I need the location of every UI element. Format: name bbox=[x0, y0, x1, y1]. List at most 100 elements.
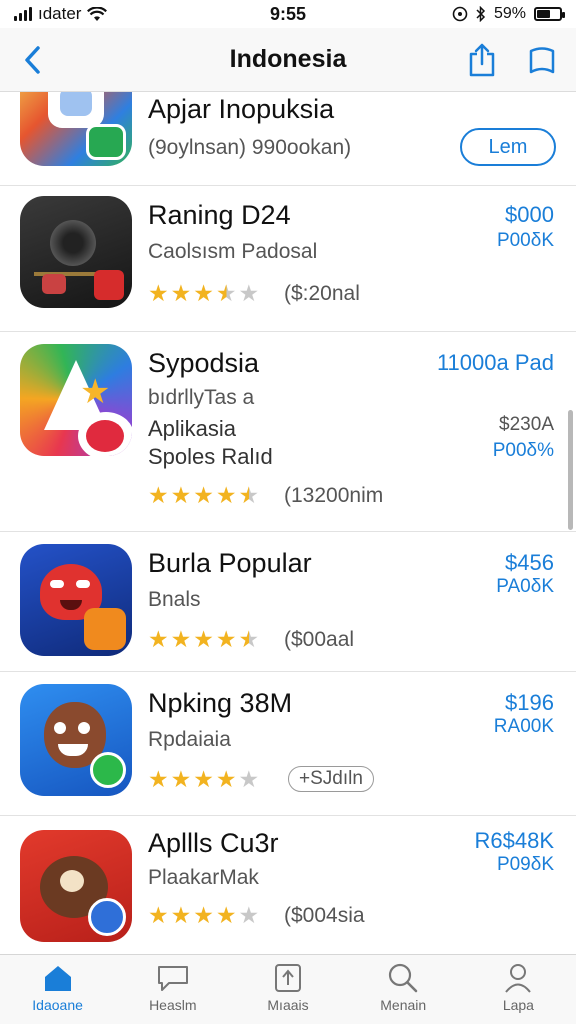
app-icon: ★ bbox=[20, 344, 132, 456]
star-icon: ★ bbox=[193, 280, 214, 306]
app-name: Raning D24 bbox=[148, 200, 291, 230]
battery-percent: 59% bbox=[493, 5, 526, 22]
app-icon bbox=[20, 196, 132, 308]
chat-icon bbox=[157, 966, 188, 991]
star-icon: ★ bbox=[148, 766, 169, 792]
rating-stars: ★ ★ ★ ★ ★ bbox=[148, 628, 259, 651]
tab-label: Heaslm bbox=[149, 997, 197, 1013]
price-label[interactable]: R6$48K bbox=[474, 828, 554, 854]
tab-home[interactable]: Idaoane bbox=[0, 955, 115, 1024]
location-icon bbox=[452, 6, 468, 22]
search-icon bbox=[389, 963, 418, 993]
tab-label: Lapa bbox=[502, 997, 534, 1013]
rating-stars: ★ ★ ★ ★ ★ bbox=[148, 768, 259, 791]
price-subtext: P09δK bbox=[496, 854, 554, 875]
price-subtext: P00δ% bbox=[492, 440, 554, 461]
star-icon: ★ bbox=[193, 766, 214, 792]
app-name: Apjar Inopuksia bbox=[148, 94, 335, 124]
star-icon: ★ bbox=[170, 766, 192, 792]
app-subtitle-3: Spoles Ralıd bbox=[148, 444, 273, 469]
tab-label: Idaoane bbox=[32, 997, 83, 1013]
star-icon: ★ bbox=[238, 482, 260, 508]
list-item[interactable]: ★ Sypodsia bıdrllyTas a Aplikasia Spoles… bbox=[0, 332, 576, 532]
app-subtitle-2: Aplikasia bbox=[148, 416, 237, 441]
price-label[interactable]: 11000a Pad bbox=[437, 350, 554, 376]
star-icon: ★ bbox=[215, 280, 237, 306]
app-subtitle: bıdrllyTas a bbox=[148, 386, 255, 409]
app-icon bbox=[20, 92, 132, 166]
app-name: Npking 38M bbox=[148, 688, 293, 718]
app-subtitle: Caolsısm Padosal bbox=[148, 240, 318, 263]
share-button[interactable] bbox=[460, 38, 504, 82]
person-icon bbox=[505, 964, 532, 993]
app-name: Sypodsia bbox=[148, 348, 260, 378]
review-count: ($:20nal bbox=[284, 282, 360, 305]
bluetooth-icon bbox=[476, 6, 486, 22]
star-icon: ★ bbox=[238, 626, 260, 652]
app-name: Apllls Cu3r bbox=[148, 828, 279, 858]
list-item[interactable]: Npking 38M Rpdaiaia ★ ★ ★ ★ ★ +SJdıln $196 R… bbox=[0, 672, 576, 816]
bookmark-button[interactable] bbox=[520, 38, 564, 82]
status-right: 59% bbox=[362, 5, 565, 23]
app-list: Apjar Inopuksia (9oylnsan) 990ookan) Lem… bbox=[0, 92, 576, 954]
app-subtitle: Bnals bbox=[148, 588, 201, 611]
star-icon: ★ bbox=[215, 482, 237, 508]
apps-icon bbox=[275, 964, 301, 992]
app-icon bbox=[20, 830, 132, 942]
star-icon: ★ bbox=[238, 280, 260, 306]
list-item[interactable]: Burla Popular Bnals ★ ★ ★ ★ ★ ($00aal $456 P… bbox=[0, 532, 576, 672]
star-icon: ★ bbox=[148, 626, 169, 652]
star-icon: ★ bbox=[215, 902, 237, 928]
review-count: ($004sia bbox=[284, 904, 365, 927]
home-icon bbox=[44, 966, 71, 991]
app-icon bbox=[20, 684, 132, 796]
price-label[interactable]: $000 bbox=[505, 202, 554, 228]
scrollbar[interactable] bbox=[568, 410, 573, 530]
get-button[interactable]: Lem bbox=[460, 128, 556, 166]
review-count: (13200nim bbox=[284, 484, 384, 507]
review-count: ($00aal bbox=[284, 628, 355, 651]
tab-profile[interactable]: Lapa bbox=[461, 955, 576, 1024]
star-icon: ★ bbox=[170, 280, 192, 306]
battery-icon bbox=[534, 7, 565, 21]
list-item[interactable]: Apllls Cu3r PlaakarMak ★ ★ ★ ★ ★ ($004sia R6… bbox=[0, 816, 576, 954]
signal-icon bbox=[14, 7, 32, 21]
rating-stars: ★ ★ ★ ★ ★ bbox=[148, 904, 259, 927]
tab-apps[interactable]: Mıaais bbox=[230, 955, 345, 1024]
chevron-left-icon bbox=[25, 45, 40, 74]
share-icon bbox=[469, 43, 495, 76]
app-subtitle: Rpdaiaia bbox=[148, 728, 231, 751]
app-icon bbox=[20, 544, 132, 656]
star-icon: ★ bbox=[193, 626, 214, 652]
nav-actions bbox=[460, 38, 564, 82]
price-secondary: $230A bbox=[499, 414, 554, 435]
star-icon: ★ bbox=[170, 482, 192, 508]
list-item[interactable]: Raning D24 Caolsısm Padosal ★ ★ ★ ★ ★ ($:20n… bbox=[0, 186, 576, 332]
app-name: Burla Popular bbox=[148, 548, 312, 578]
tab-label: Menain bbox=[380, 997, 427, 1013]
back-button[interactable] bbox=[12, 40, 52, 80]
star-icon: ★ bbox=[148, 280, 169, 306]
star-icon: ★ bbox=[148, 482, 169, 508]
star-icon: ★ bbox=[215, 626, 237, 652]
nav-bar: Indonesia bbox=[0, 28, 576, 92]
wifi-icon bbox=[87, 6, 108, 21]
rating-stars: ★ ★ ★ ★ ★ bbox=[148, 282, 259, 305]
star-icon: ★ bbox=[148, 902, 169, 928]
battery-fill bbox=[537, 10, 550, 18]
app-subtitle: (9oylnsan) 990ookan) bbox=[148, 136, 352, 159]
status-bar: ıdater 9:55 59% bbox=[0, 0, 576, 28]
bookmark-icon bbox=[529, 46, 555, 73]
tab-label: Mıaais bbox=[267, 997, 309, 1013]
tab-messages[interactable]: Heaslm bbox=[115, 955, 230, 1024]
price-subtext: RA00K bbox=[493, 716, 554, 737]
star-icon: ★ bbox=[238, 902, 260, 928]
price-label[interactable]: $456 bbox=[505, 550, 554, 576]
tab-search[interactable]: Menain bbox=[346, 955, 461, 1024]
list-item[interactable]: Apjar Inopuksia (9oylnsan) 990ookan) Lem bbox=[0, 92, 576, 186]
star-icon: ★ bbox=[193, 482, 214, 508]
price-label[interactable]: $196 bbox=[505, 690, 554, 716]
rating-stars: ★ ★ ★ ★ ★ bbox=[148, 484, 259, 507]
app-subtitle: PlaakarMak bbox=[148, 866, 259, 889]
star-icon: ★ bbox=[238, 766, 260, 792]
